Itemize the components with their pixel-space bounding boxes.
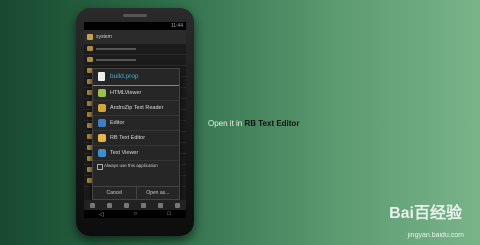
editor-icon bbox=[98, 119, 106, 127]
open-as-button[interactable]: Open as... bbox=[137, 187, 180, 199]
folder-icon bbox=[98, 104, 106, 112]
dialog-button-row: Cancel Open as... bbox=[93, 186, 179, 199]
phone-device: 11:44 system build.prop HTMLViewer AndroZ… bbox=[76, 8, 194, 236]
baidu-watermark-url: jingyan.baidu.com bbox=[407, 232, 464, 239]
app-option[interactable]: HTMLViewer bbox=[93, 86, 179, 101]
status-time: 11:44 bbox=[170, 23, 183, 29]
home-icon[interactable]: ○ bbox=[134, 211, 138, 217]
edit-tool-icon[interactable] bbox=[141, 202, 146, 208]
home-tool-icon[interactable] bbox=[90, 202, 95, 208]
app-option[interactable]: Editor bbox=[93, 116, 179, 131]
pencil-icon bbox=[98, 134, 106, 142]
android-icon bbox=[98, 89, 106, 97]
phone-screen: 11:44 system build.prop HTMLViewer AndroZ… bbox=[84, 22, 186, 218]
folder-icon bbox=[87, 57, 93, 62]
file-row[interactable] bbox=[84, 44, 186, 55]
app-option[interactable]: AndroZip Text Reader bbox=[93, 101, 179, 116]
dialog-title-bar: build.prop bbox=[93, 69, 179, 86]
recent-apps-icon[interactable]: □ bbox=[167, 211, 171, 217]
folder-icon bbox=[87, 46, 93, 51]
app-icon bbox=[87, 34, 93, 40]
bottom-toolbar bbox=[84, 200, 186, 210]
open-with-dialog: build.prop HTMLViewer AndroZip Text Reade… bbox=[92, 68, 180, 200]
tagline-prefix: Open it in bbox=[208, 119, 245, 128]
back-icon[interactable]: ◁ bbox=[99, 211, 104, 218]
file-icon bbox=[98, 72, 105, 81]
app-bar: system bbox=[84, 30, 186, 44]
cancel-button[interactable]: Cancel bbox=[93, 187, 137, 199]
app-option-label: RB Text Editor bbox=[110, 135, 146, 141]
dialog-title: build.prop bbox=[110, 73, 139, 80]
always-use-label: Always use this application bbox=[104, 163, 158, 168]
always-use-checkbox[interactable]: Always use this application bbox=[93, 161, 179, 171]
app-option-label: HTMLViewer bbox=[110, 90, 142, 96]
app-option-label: Text Viewer bbox=[110, 150, 139, 156]
file-row[interactable] bbox=[84, 55, 186, 66]
tagline: Open it in RB Text Editor bbox=[208, 119, 299, 128]
app-option[interactable]: RB Text Editor bbox=[93, 131, 179, 146]
app-option-label: Editor bbox=[110, 120, 125, 126]
app-option[interactable]: Text Viewer bbox=[93, 146, 179, 161]
multi-tool-icon[interactable] bbox=[124, 202, 129, 208]
app-option-label: AndroZip Text Reader bbox=[110, 105, 164, 111]
baidu-watermark: Bai百经验 bbox=[389, 205, 462, 222]
menu-tool-icon[interactable] bbox=[175, 202, 180, 208]
android-nav-bar: ◁ ○ □ bbox=[84, 210, 186, 218]
checkbox-box[interactable] bbox=[97, 164, 103, 170]
search-tool-icon[interactable] bbox=[158, 202, 163, 208]
document-icon bbox=[98, 149, 106, 157]
up-tool-icon[interactable] bbox=[107, 202, 112, 208]
file-name-placeholder bbox=[96, 59, 136, 61]
app-title: system bbox=[96, 34, 112, 40]
tagline-app-name: RB Text Editor bbox=[244, 119, 300, 128]
file-name-placeholder bbox=[96, 48, 136, 50]
speaker-grille bbox=[123, 14, 147, 17]
status-bar: 11:44 bbox=[84, 22, 186, 30]
